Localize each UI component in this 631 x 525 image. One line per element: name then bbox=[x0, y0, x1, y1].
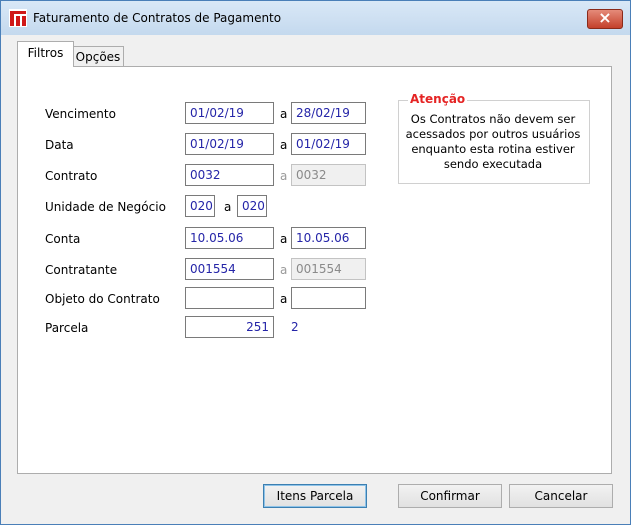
data-separator: a bbox=[280, 138, 288, 152]
objeto-to-input[interactable] bbox=[291, 287, 366, 309]
close-button[interactable] bbox=[587, 8, 623, 29]
label-contrato: Contrato bbox=[45, 169, 98, 183]
conta-to-input[interactable]: 10.05.06 bbox=[291, 227, 366, 249]
contratante-to-input: 001554 bbox=[291, 258, 366, 280]
label-contratante: Contratante bbox=[45, 263, 118, 277]
parcela-input[interactable]: 251 bbox=[185, 316, 274, 338]
label-conta: Conta bbox=[45, 232, 81, 246]
confirmar-button[interactable]: Confirmar bbox=[398, 484, 502, 508]
label-vencimento: Vencimento bbox=[45, 107, 116, 121]
data-to-input[interactable]: 01/02/19 bbox=[291, 133, 366, 155]
contrato-from-input[interactable]: 0032 bbox=[185, 164, 274, 186]
contrato-separator: a bbox=[280, 169, 288, 183]
label-data: Data bbox=[45, 138, 74, 152]
tab-opcoes[interactable]: Opções bbox=[72, 46, 124, 67]
parcela-count: 2 bbox=[291, 320, 299, 334]
unidade-separator: a bbox=[224, 200, 232, 214]
data-from-input[interactable]: 01/02/19 bbox=[185, 133, 274, 155]
itens-parcela-button[interactable]: Itens Parcela bbox=[263, 484, 367, 508]
conta-from-input[interactable]: 10.05.06 bbox=[185, 227, 274, 249]
vencimento-to-input[interactable]: 28/02/19 bbox=[291, 102, 366, 124]
vencimento-from-input[interactable]: 01/02/19 bbox=[185, 102, 274, 124]
conta-separator: a bbox=[280, 232, 288, 246]
label-parcela: Parcela bbox=[45, 321, 89, 335]
attention-text: Os Contratos não devem ser acessados por… bbox=[405, 112, 581, 171]
contrato-to-input: 0032 bbox=[291, 164, 366, 186]
window-title: Faturamento de Contratos de Pagamento bbox=[33, 11, 282, 25]
objeto-separator: a bbox=[280, 292, 288, 306]
objeto-from-input[interactable] bbox=[185, 287, 274, 309]
label-unidade-negocio: Unidade de Negócio bbox=[45, 200, 166, 214]
app-icon bbox=[9, 9, 27, 27]
tab-filtros[interactable]: Filtros bbox=[17, 41, 74, 67]
title-bar: Faturamento de Contratos de Pagamento bbox=[1, 1, 630, 35]
contratante-from-input[interactable]: 001554 bbox=[185, 258, 274, 280]
vencimento-separator: a bbox=[280, 107, 288, 121]
unidade-to-input[interactable]: 020 bbox=[237, 195, 267, 217]
contratante-separator: a bbox=[280, 263, 288, 277]
label-objeto-contrato: Objeto do Contrato bbox=[45, 292, 160, 306]
cancelar-button[interactable]: Cancelar bbox=[509, 484, 613, 508]
unidade-from-input[interactable]: 020 bbox=[185, 195, 215, 217]
attention-title: Atenção bbox=[408, 92, 468, 106]
